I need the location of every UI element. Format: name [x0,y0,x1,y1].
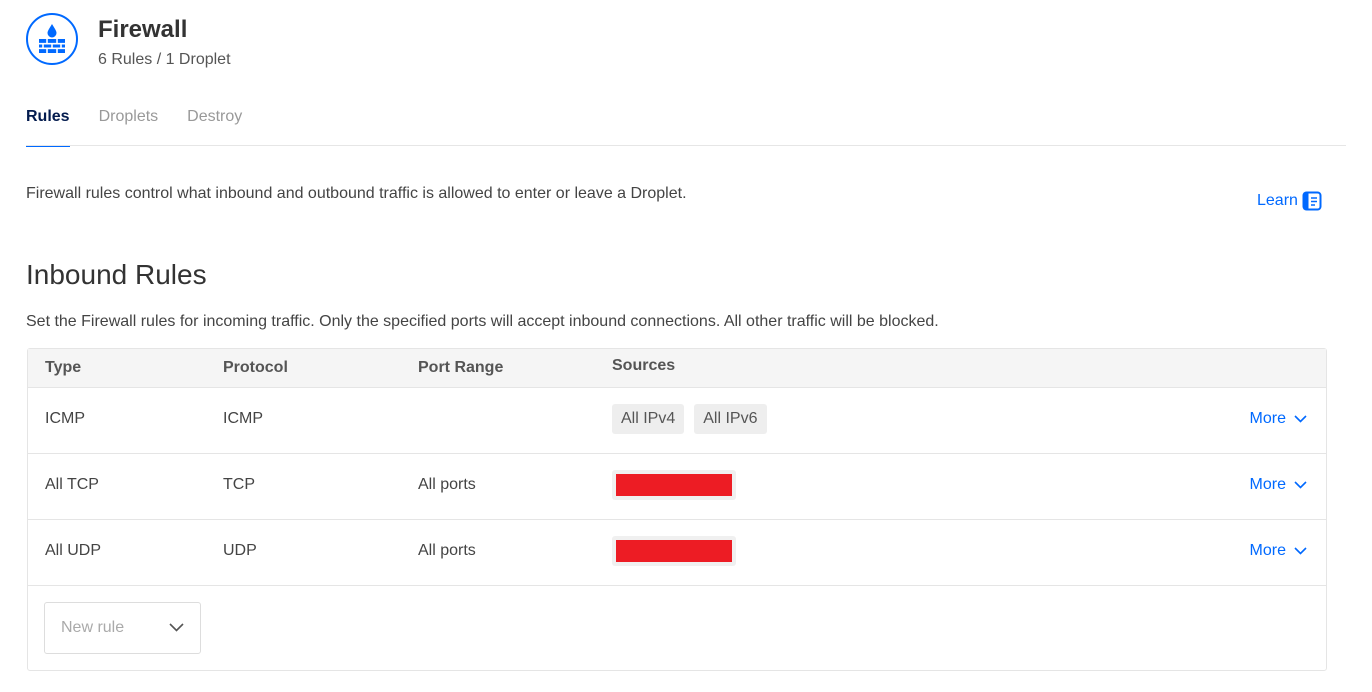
chevron-down-icon [1294,415,1307,423]
rule-type: ICMP [45,410,85,427]
rule-protocol: ICMP [223,410,263,427]
tab-bar: Rules Droplets Destroy [26,100,242,147]
table-row: All TCP TCP All ports More [28,454,1326,520]
more-menu-button[interactable]: More [1250,542,1307,560]
chevron-down-icon [1294,481,1307,489]
column-protocol: Protocol [223,359,288,376]
tabs-divider [26,145,1346,146]
rule-sources [612,470,736,500]
firewall-page: Firewall 6 Rules / 1 Droplet Rules Dropl… [0,0,1372,692]
inbound-rules-table: Type Protocol Port Range Sources ICMP IC… [27,348,1327,671]
more-menu-button[interactable]: More [1250,410,1307,428]
source-tag: All IPv6 [694,404,767,434]
more-menu-button[interactable]: More [1250,476,1307,494]
rule-sources [612,536,736,566]
source-tag-redacted [612,536,736,566]
source-tag: All IPv4 [612,404,685,434]
new-rule-placeholder: New rule [61,619,125,636]
rule-protocol: UDP [223,542,257,559]
page-title: Firewall [98,16,188,43]
intro-text: Firewall rules control what inbound and … [26,185,687,202]
new-rule-dropdown[interactable]: New rule [44,602,201,654]
rule-port-range: All ports [418,542,476,559]
rule-sources: All IPv4 All IPv6 [612,404,767,434]
column-port-range: Port Range [418,359,504,376]
rule-protocol: TCP [223,476,255,493]
table-row: All UDP UDP All ports More [28,520,1326,586]
learn-link[interactable]: Learn [1257,191,1322,211]
page-subtitle: 6 Rules / 1 Droplet [98,51,231,68]
redaction-box [616,540,732,562]
inbound-rules-description: Set the Firewall rules for incoming traf… [26,313,939,330]
tab-destroy[interactable]: Destroy [187,100,242,145]
doc-icon [1302,191,1322,211]
chevron-down-icon [169,623,184,632]
column-type: Type [45,359,82,376]
table-row: ICMP ICMP All IPv4 All IPv6 More [28,388,1326,454]
tab-droplets[interactable]: Droplets [99,100,159,145]
more-label: More [1249,542,1286,559]
rule-port-range: All ports [418,476,476,493]
more-label: More [1249,410,1286,427]
chevron-down-icon [1294,547,1307,555]
table-header: Type Protocol Port Range Sources [28,349,1326,388]
rule-type: All TCP [45,476,99,493]
tab-rules[interactable]: Rules [26,100,70,147]
column-sources: Sources [612,357,676,374]
rule-type: All UDP [45,542,102,559]
firewall-icon [26,13,78,65]
more-label: More [1249,476,1286,493]
source-tag-redacted [612,470,736,500]
inbound-rules-title: Inbound Rules [26,259,207,290]
redaction-box [616,474,732,496]
learn-label: Learn [1257,192,1298,209]
